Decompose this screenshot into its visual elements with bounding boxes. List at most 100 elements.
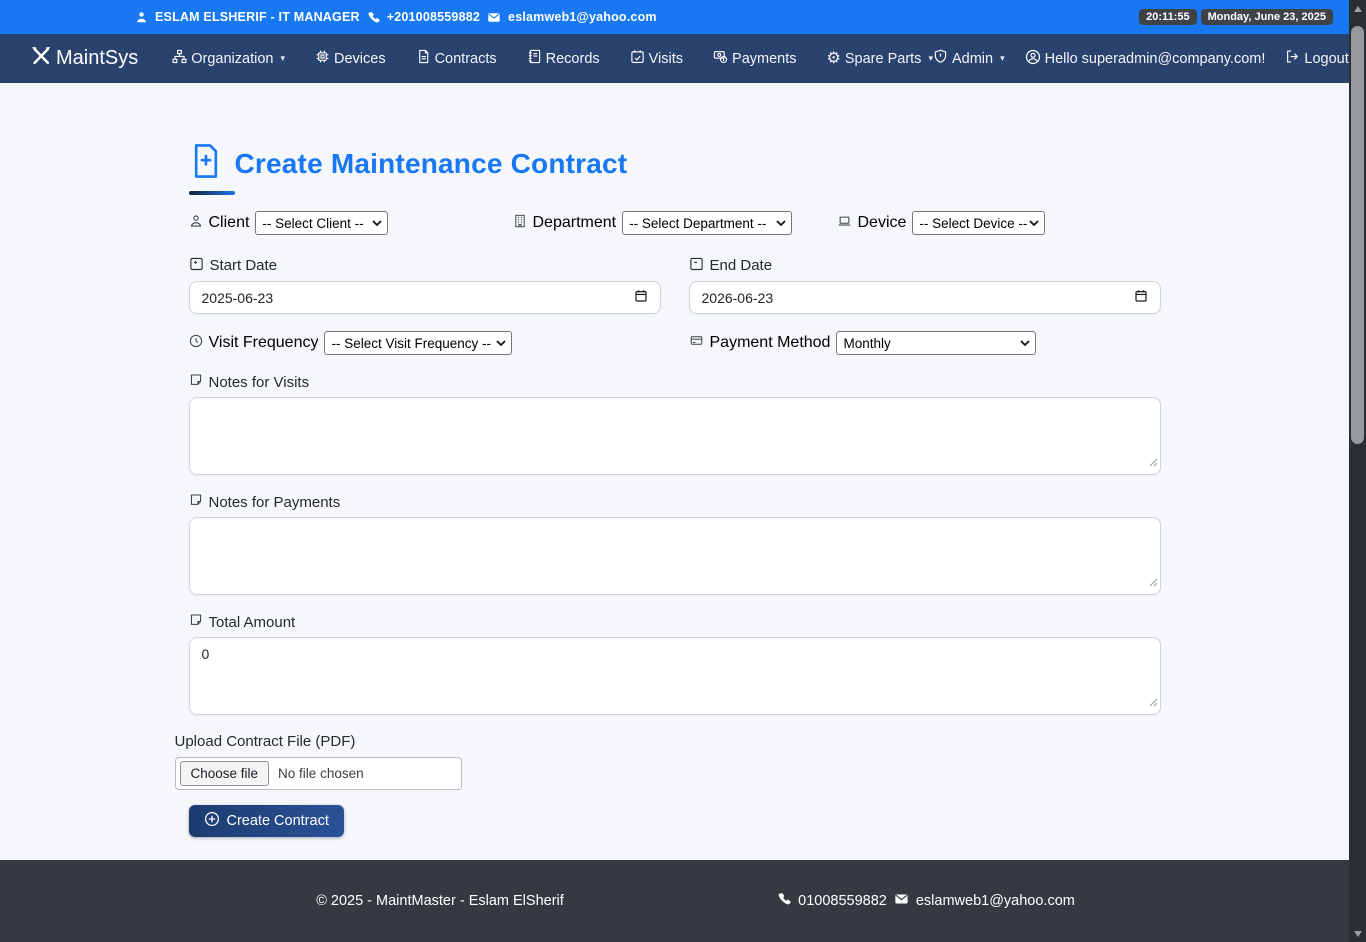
calendar-icon[interactable] bbox=[634, 289, 648, 306]
notes-visits-label-text: Notes for Visits bbox=[208, 373, 310, 391]
date-badge: Monday, June 23, 2025 bbox=[1200, 9, 1333, 25]
scroll-down-arrow[interactable] bbox=[1349, 925, 1366, 942]
payment-method-select[interactable]: Monthly bbox=[836, 331, 1037, 355]
start-date-value: 2025-06-23 bbox=[201, 289, 274, 306]
start-date-label-text: Start Date bbox=[209, 257, 278, 274]
notes-payments-label: Notes for Payments bbox=[189, 493, 1161, 511]
choose-file-button[interactable]: Choose file bbox=[179, 761, 270, 786]
end-date-group: End Date 2026-06-23 bbox=[688, 256, 1161, 314]
time-badge: 20:11:55 bbox=[1139, 9, 1197, 25]
title-underline bbox=[188, 191, 235, 195]
footer: © 2025 - MaintMaster - Eslam ElSherif 01… bbox=[0, 860, 1366, 942]
frequency-payment-row: Visit Frequency -- Select Visit Frequenc… bbox=[189, 331, 1161, 355]
department-group: Department -- Select Department -- bbox=[513, 211, 837, 235]
clock-badges: 20:11:55 Monday, June 23, 2025 bbox=[1139, 9, 1333, 25]
nav-logout[interactable]: Logout bbox=[1285, 49, 1349, 68]
nav-visits[interactable]: Visits bbox=[630, 49, 683, 68]
nav-records-label: Records bbox=[545, 50, 600, 67]
org-chart-icon bbox=[172, 49, 187, 68]
brand-maintsys[interactable]: MaintSys bbox=[30, 45, 138, 73]
building-icon bbox=[513, 214, 527, 233]
file-plus-icon bbox=[189, 143, 223, 184]
nav-devices[interactable]: Devices bbox=[315, 49, 386, 68]
client-label: Client bbox=[208, 214, 250, 231]
select-chevron-icon bbox=[1020, 339, 1031, 346]
top-info-bar: ESLAM ELSHERIF - IT MANAGER +20100855988… bbox=[0, 0, 1366, 34]
person-circle-icon bbox=[1025, 49, 1041, 69]
client-select[interactable]: -- Select Client -- bbox=[255, 211, 389, 235]
resize-grip-icon[interactable] bbox=[1149, 694, 1158, 712]
sticky-note-icon bbox=[189, 373, 203, 391]
device-label: Device bbox=[857, 214, 907, 231]
crossed-tools-icon bbox=[30, 45, 52, 73]
notes-payments-textarea[interactable] bbox=[188, 517, 1161, 595]
shield-icon bbox=[933, 49, 948, 68]
client-group: Client -- Select Client -- bbox=[189, 211, 513, 235]
notes-visits-label: Notes for Visits bbox=[189, 373, 1161, 391]
nav-spare-parts[interactable]: ⚙ Spare Parts ▾ bbox=[826, 49, 933, 67]
total-amount-textarea[interactable]: 0 bbox=[188, 637, 1161, 715]
department-select-value: -- Select Department -- bbox=[629, 215, 767, 231]
resize-grip-icon[interactable] bbox=[1149, 454, 1158, 472]
nav-organization[interactable]: Organization ▾ bbox=[172, 49, 285, 68]
dates-row: Start Date 2025-06-23 End Date 2026-06-2… bbox=[188, 256, 1161, 314]
department-select[interactable]: -- Select Department -- bbox=[622, 211, 793, 235]
envelope-icon bbox=[894, 892, 909, 910]
nav-organization-label: Organization bbox=[191, 50, 274, 67]
scroll-up-arrow[interactable] bbox=[1349, 0, 1366, 17]
nav-left-group: Organization ▾ Devices Contracts Records… bbox=[172, 49, 933, 68]
vertical-scrollbar[interactable] bbox=[1349, 0, 1366, 942]
notes-visits-textarea[interactable] bbox=[188, 397, 1161, 475]
envelope-icon bbox=[487, 11, 501, 24]
topbar-user-text: ESLAM ELSHERIF - IT MANAGER bbox=[155, 10, 360, 24]
person-icon bbox=[135, 11, 148, 24]
nav-logout-label: Logout bbox=[1304, 50, 1349, 67]
end-date-value: 2026-06-23 bbox=[701, 289, 774, 306]
visit-frequency-value: -- Select Visit Frequency -- bbox=[331, 335, 492, 351]
start-date-input[interactable]: 2025-06-23 bbox=[188, 281, 661, 314]
scrollbar-thumb[interactable] bbox=[1351, 26, 1364, 444]
page-title-text: Create Maintenance Contract bbox=[234, 147, 628, 179]
main-navbar: MaintSys Organization ▾ Devices Contract… bbox=[0, 34, 1366, 83]
phone-icon bbox=[367, 11, 380, 24]
nav-greeting-label: Hello superadmin@company.com! bbox=[1044, 50, 1266, 67]
total-amount-wrap: 0 bbox=[188, 637, 1161, 715]
credit-card-icon bbox=[689, 334, 704, 352]
nav-greeting[interactable]: Hello superadmin@company.com! bbox=[1025, 49, 1266, 69]
nav-devices-label: Devices bbox=[334, 50, 386, 67]
payment-method-value: Monthly bbox=[843, 335, 891, 351]
nav-records[interactable]: Records bbox=[527, 49, 600, 68]
upload-section: Upload Contract File (PDF) Choose file N… bbox=[174, 733, 1161, 790]
visit-frequency-select[interactable]: -- Select Visit Frequency -- bbox=[324, 331, 513, 355]
calendar-minus-icon bbox=[689, 256, 704, 275]
main-content: Create Maintenance Contract Client -- Se… bbox=[0, 83, 1349, 860]
footer-contact: 01008559882 eslamweb1@yahoo.com bbox=[683, 892, 1169, 910]
select-chevron-icon bbox=[776, 219, 786, 226]
brand-label: MaintSys bbox=[56, 47, 139, 69]
total-amount-label-text: Total Amount bbox=[208, 613, 296, 631]
end-date-label: End Date bbox=[689, 256, 1161, 275]
device-group: Device -- Select Device -- bbox=[837, 211, 1161, 235]
clock-icon bbox=[189, 334, 203, 353]
calendar-icon[interactable] bbox=[1134, 289, 1148, 306]
visit-frequency-label: Visit Frequency bbox=[208, 334, 319, 351]
file-status-text: No file chosen bbox=[278, 766, 364, 781]
create-contract-button[interactable]: Create Contract bbox=[188, 805, 344, 837]
end-date-input[interactable]: 2026-06-23 bbox=[688, 281, 1161, 314]
file-text-icon bbox=[416, 49, 431, 68]
user-contact-info: ESLAM ELSHERIF - IT MANAGER +20100855988… bbox=[135, 0, 657, 34]
nav-contracts-label: Contracts bbox=[434, 50, 497, 67]
footer-email-text: eslamweb1@yahoo.com bbox=[915, 893, 1075, 909]
file-input[interactable]: Choose file No file chosen bbox=[174, 757, 462, 790]
device-select[interactable]: -- Select Device -- bbox=[912, 211, 1046, 235]
payment-method-group: Payment Method Monthly bbox=[689, 331, 1161, 355]
nav-admin[interactable]: Admin ▾ bbox=[933, 49, 1005, 68]
topbar-email-text: eslamweb1@yahoo.com bbox=[508, 10, 657, 24]
nav-payments[interactable]: Payments bbox=[713, 49, 797, 68]
nav-right-group: Admin ▾ Hello superadmin@company.com! Lo… bbox=[933, 49, 1349, 69]
nav-contracts[interactable]: Contracts bbox=[416, 49, 497, 68]
gear-icon: ⚙ bbox=[826, 49, 841, 67]
notes-visits-wrap bbox=[188, 397, 1161, 475]
cash-coin-icon bbox=[713, 49, 728, 68]
resize-grip-icon[interactable] bbox=[1149, 574, 1158, 592]
